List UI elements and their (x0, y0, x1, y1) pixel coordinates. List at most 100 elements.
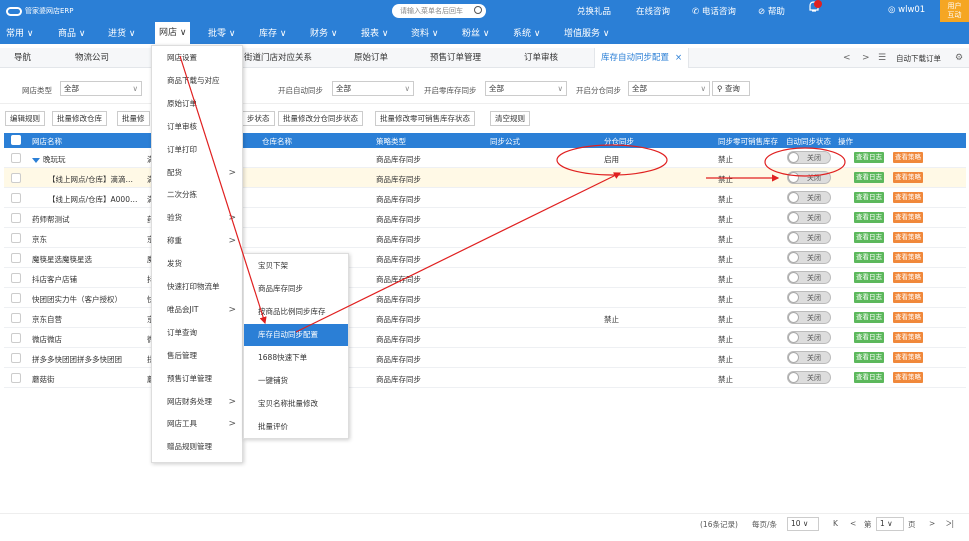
auto-sync-toggle[interactable]: 关闭 (787, 251, 831, 264)
batch-sync-status-button[interactable]: 步状态 (243, 111, 275, 126)
menu-common[interactable]: 常用 ∨ (6, 26, 33, 39)
table-row[interactable]: 微店微店微商品库存同步禁止关闭查看日志查看策略 (4, 328, 966, 348)
row-checkbox[interactable] (11, 213, 21, 223)
row-checkbox[interactable] (11, 253, 21, 263)
store-type-select[interactable]: 全部 ∨ (60, 81, 142, 96)
batch-edit-zero-stock-button[interactable]: 批量修改零可销售库存状态 (375, 111, 475, 126)
row-checkbox[interactable] (11, 273, 21, 283)
submenu-item[interactable]: 宝贝名称批量修改 (244, 393, 348, 415)
prev-page-button[interactable]: < (850, 519, 856, 528)
row-checkbox[interactable] (11, 333, 21, 343)
row-checkbox[interactable] (11, 313, 21, 323)
menu-goods[interactable]: 商品 ∨ (58, 26, 85, 39)
tab-nav[interactable]: 导航 (14, 48, 31, 68)
submenu-item[interactable]: 宝贝下架 (244, 255, 348, 277)
page-number-select[interactable]: 1 ∨ (876, 517, 904, 531)
edit-rule-button[interactable]: 编辑规则 (5, 111, 45, 126)
view-policy-button[interactable]: 查看策略 (893, 292, 923, 303)
batch-edit-split-sync-button[interactable]: 批量修改分仓同步状态 (278, 111, 363, 126)
auto-sync-toggle[interactable]: 关闭 (787, 211, 831, 224)
dropdown-item[interactable]: 称重 > (152, 230, 242, 252)
view-log-button[interactable]: 查看日志 (854, 252, 884, 263)
expand-triangle-icon[interactable] (32, 157, 40, 163)
view-log-button[interactable]: 查看日志 (854, 292, 884, 303)
dropdown-item[interactable]: 售后管理 (152, 345, 242, 367)
auto-sync-toggle[interactable]: 关闭 (787, 331, 831, 344)
table-row[interactable]: 京东自营京商品库存同步禁止禁止关闭查看日志查看策略 (4, 308, 966, 328)
view-policy-button[interactable]: 查看策略 (893, 272, 923, 283)
table-row[interactable]: 快团团实力牛（客户授权）快商品库存同步禁止关闭查看日志查看策略 (4, 288, 966, 308)
dropdown-item[interactable]: 网店设置 (152, 47, 242, 69)
submenu-item[interactable]: 按商品比例同步库存 (244, 301, 348, 323)
view-policy-button[interactable]: 查看策略 (893, 192, 923, 203)
auto-download-orders-button[interactable]: 自动下载订单 (893, 52, 944, 65)
submenu-item[interactable]: 库存自动同步配置 (244, 324, 348, 346)
auto-sync-toggle[interactable]: 关闭 (787, 291, 831, 304)
menu-value-added[interactable]: 增值服务 ∨ (564, 26, 609, 39)
menu-fans[interactable]: 粉丝 ∨ (462, 26, 489, 39)
view-log-button[interactable]: 查看日志 (854, 172, 884, 183)
column-header[interactable]: 仓库名称 (262, 136, 292, 147)
dropdown-item[interactable]: 原始订单 (152, 93, 242, 115)
batch-edit-warehouse-button[interactable]: 批量修改仓库 (52, 111, 107, 126)
row-checkbox[interactable] (11, 293, 21, 303)
tab-street-store[interactable]: 街道门店对应关系 (244, 48, 312, 68)
view-policy-button[interactable]: 查看策略 (893, 332, 923, 343)
view-policy-button[interactable]: 查看策略 (893, 372, 923, 383)
last-page-button[interactable]: ᐳ| (946, 519, 954, 528)
first-page-button[interactable]: K (833, 519, 838, 528)
phone-consult-link[interactable]: ✆ 电话咨询 (692, 5, 736, 17)
column-header[interactable]: 网店名称 (32, 136, 62, 147)
view-policy-button[interactable]: 查看策略 (893, 172, 923, 183)
user-menu[interactable]: ◎ wlw01 (888, 5, 925, 15)
auto-sync-toggle[interactable]: 关闭 (787, 311, 831, 324)
dropdown-item[interactable]: 商品下载与对应 (152, 70, 242, 92)
tab-list-icon[interactable]: ☰ (878, 48, 886, 68)
view-policy-button[interactable]: 查看策略 (893, 152, 923, 163)
online-consult-link[interactable]: 在线咨询 (636, 5, 670, 17)
view-log-button[interactable]: 查看日志 (854, 152, 884, 163)
row-checkbox[interactable] (11, 153, 21, 163)
dropdown-item[interactable]: 验货 > (152, 207, 242, 229)
column-header[interactable]: 分仓同步 (604, 136, 634, 147)
submenu-item[interactable]: 商品库存同步 (244, 278, 348, 300)
menu-purchase[interactable]: 进货 ∨ (108, 26, 135, 39)
table-row[interactable]: 拼多多快团团拼多多快团团拼商品库存同步禁止关闭查看日志查看策略 (4, 348, 966, 368)
view-policy-button[interactable]: 查看策略 (893, 232, 923, 243)
auto-sync-toggle[interactable]: 关闭 (787, 171, 831, 184)
dropdown-item[interactable]: 快速打印物流单 (152, 276, 242, 298)
auto-sync-toggle[interactable]: 关闭 (787, 151, 831, 164)
user-interact-button[interactable]: 用户 互动 (940, 0, 969, 22)
tab-presale-orders[interactable]: 预售订单管理 (430, 48, 481, 68)
dropdown-item[interactable]: 配货 > (152, 162, 242, 184)
submenu-item[interactable]: 1688快速下单 (244, 347, 348, 369)
dropdown-item[interactable]: 网店工具 > (152, 413, 242, 435)
view-log-button[interactable]: 查看日志 (854, 332, 884, 343)
tab-next-icon[interactable]: > (862, 48, 870, 68)
column-header[interactable]: 策略类型 (376, 136, 406, 147)
zero-stock-sync-select[interactable]: 全部 ∨ (485, 81, 567, 96)
column-header[interactable]: 自动同步状态 (786, 136, 831, 147)
menu-data[interactable]: 资料 ∨ (411, 26, 438, 39)
auto-sync-toggle[interactable]: 关闭 (787, 271, 831, 284)
tab-raw-orders[interactable]: 原始订单 (354, 48, 388, 68)
dropdown-item[interactable]: 二次分拣 (152, 184, 242, 206)
dropdown-item[interactable]: 发货 (152, 253, 242, 275)
row-checkbox[interactable] (11, 353, 21, 363)
search-icon[interactable] (474, 6, 482, 14)
dropdown-item[interactable]: 唯品会JIT > (152, 299, 242, 321)
next-page-button[interactable]: > (929, 519, 935, 528)
dropdown-item[interactable]: 赠品规则管理 (152, 436, 242, 458)
auto-sync-toggle[interactable]: 关闭 (787, 231, 831, 244)
help-link[interactable]: ⊘ 帮助 (758, 5, 785, 17)
view-log-button[interactable]: 查看日志 (854, 192, 884, 203)
table-row[interactable]: 【线上网点/仓库】滴滴…满商品库存同步禁止关闭查看日志查看策略 (4, 168, 966, 188)
tab-logistics[interactable]: 物流公司 (75, 48, 109, 68)
dropdown-item[interactable]: 订单查询 (152, 322, 242, 344)
row-checkbox[interactable] (11, 373, 21, 383)
menu-system[interactable]: 系统 ∨ (513, 26, 540, 39)
table-row[interactable]: 抖店客户店铺抖商品库存同步禁止关闭查看日志查看策略 (4, 268, 966, 288)
view-policy-button[interactable]: 查看策略 (893, 312, 923, 323)
view-policy-button[interactable]: 查看策略 (893, 352, 923, 363)
row-checkbox[interactable] (11, 173, 21, 183)
